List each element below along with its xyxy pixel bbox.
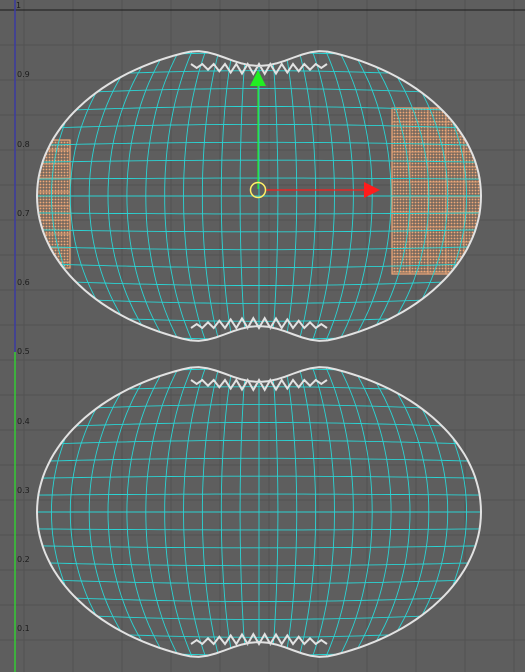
- tick-label-1: 1: [16, 1, 21, 10]
- tick-label-0.4: 0.4: [17, 417, 30, 426]
- uv-island-bottom[interactable]: [35, 360, 483, 664]
- uv-edge: [37, 368, 481, 378]
- uv-viewport[interactable]: 1 0.9 0.8 0.7 0.6 0.5 0.4 0.3 0.2 0.1: [0, 0, 525, 672]
- selected-faces-right[interactable]: [391, 107, 488, 275]
- uv-edge: [37, 52, 481, 62]
- tick-label-0.2: 0.2: [17, 555, 30, 564]
- tick-label-0.6: 0.6: [17, 278, 30, 287]
- uv-island-top[interactable]: [30, 44, 488, 348]
- uv-wireframe-bottom: [37, 367, 481, 657]
- uv-wireframe-top: [37, 51, 481, 341]
- tick-label-0.1: 0.1: [17, 624, 30, 633]
- tick-label-0.7: 0.7: [17, 209, 30, 218]
- tick-label-0.8: 0.8: [17, 140, 30, 149]
- tick-label-0.3: 0.3: [17, 486, 30, 495]
- uv-edge: [37, 646, 481, 656]
- tick-label-0.5: 0.5: [17, 347, 30, 356]
- axis-tick-labels: 1 0.9 0.8 0.7 0.6 0.5 0.4 0.3 0.2 0.1: [16, 1, 30, 633]
- uv-edge: [37, 330, 481, 340]
- tick-label-0.9: 0.9: [17, 70, 30, 79]
